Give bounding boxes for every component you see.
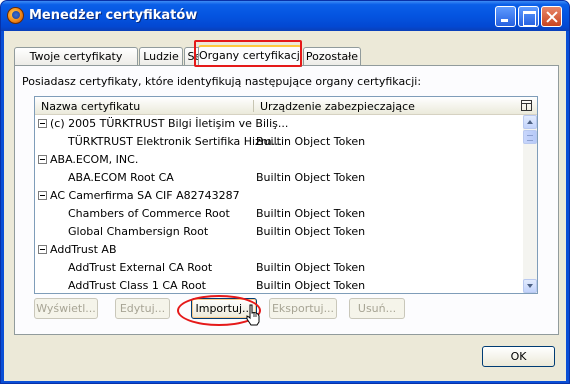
tree-header: Nazwa certyfikatu Urządzenie zabezpiecza… xyxy=(35,97,537,115)
ok-button[interactable]: OK xyxy=(482,346,555,367)
column-separator[interactable] xyxy=(253,100,254,112)
title-bar[interactable]: Menedżer certyfikatów xyxy=(1,1,569,31)
column-picker-icon[interactable] xyxy=(521,100,532,111)
column-header-name[interactable]: Nazwa certyfikatu xyxy=(41,100,140,113)
tree-group-row[interactable]: AC Camerfirma SA CIF A82743287 xyxy=(35,187,521,205)
security-device: Builtin Object Token xyxy=(256,279,366,292)
security-device: Builtin Object Token xyxy=(256,135,366,148)
minimize-button[interactable] xyxy=(495,6,516,27)
export-button[interactable]: Eksportuj... xyxy=(269,298,337,319)
hand-cursor-icon xyxy=(246,304,260,326)
tree-row[interactable]: ABA.ECOM Root CA Builtin Object Token xyxy=(35,169,521,187)
collapse-icon[interactable] xyxy=(38,155,47,164)
collapse-icon[interactable] xyxy=(38,191,47,200)
column-header-device[interactable]: Urządzenie zabezpieczające xyxy=(260,100,415,113)
certificate-name: Global Chambersign Root xyxy=(68,225,209,238)
tab-others[interactable]: Pozostałe xyxy=(303,47,361,66)
tree-row[interactable]: Chambers of Commerce Root Builtin Object… xyxy=(35,205,521,223)
collapse-icon[interactable] xyxy=(38,245,47,254)
tab-your-certificates[interactable]: Twoje certyfikaty xyxy=(14,47,138,66)
certificate-name: ABA.ECOM Root CA xyxy=(68,171,174,184)
tree-group-row[interactable]: AddTrust AB xyxy=(35,241,521,259)
tab-people[interactable]: Ludzie xyxy=(139,47,183,66)
security-device: Builtin Object Token xyxy=(256,207,366,220)
vertical-scrollbar[interactable] xyxy=(523,115,537,293)
firefox-icon xyxy=(7,7,24,24)
tab-authorities[interactable]: Organy certyfikacji xyxy=(198,45,303,67)
security-device: Builtin Object Token xyxy=(256,261,366,274)
panel-description: Posiadasz certyfikaty, które identyfikuj… xyxy=(22,75,422,88)
tree-row[interactable]: AddTrust Class 1 CA Root Builtin Object … xyxy=(35,277,521,293)
close-button[interactable] xyxy=(541,6,562,27)
tree-row[interactable]: AddTrust External CA Root Builtin Object… xyxy=(35,259,521,277)
tree-row[interactable]: Global Chambersign Root Builtin Object T… xyxy=(35,223,521,241)
scroll-down-button[interactable] xyxy=(523,279,537,293)
security-device: Builtin Object Token xyxy=(256,225,366,238)
certificate-name: AddTrust External CA Root xyxy=(68,261,213,274)
tree-row[interactable]: TÜRKTRUST Elektronik Sertifika Hizm... B… xyxy=(35,133,521,151)
dialog-client-area: Twoje certyfikaty Ludzie Serwery Organy … xyxy=(4,31,566,381)
scroll-up-button[interactable] xyxy=(523,115,537,129)
certificate-name: (c) 2005 TÜRKTRUST Bilgi İletişim ve Bil… xyxy=(50,117,289,130)
window-title: Menedżer certyfikatów xyxy=(29,8,198,23)
certificate-name: AddTrust AB xyxy=(50,243,117,256)
scroll-thumb[interactable] xyxy=(523,130,537,144)
maximize-button[interactable] xyxy=(518,6,539,27)
tree-group-row[interactable]: (c) 2005 TÜRKTRUST Bilgi İletişim ve Bil… xyxy=(35,115,521,133)
edit-button[interactable]: Edytuj... xyxy=(115,298,170,319)
certificate-name: ABA.ECOM, INC. xyxy=(50,153,139,166)
security-device: Builtin Object Token xyxy=(256,171,366,184)
view-button[interactable]: Wyświetl... xyxy=(34,298,98,319)
tree-group-row[interactable]: ABA.ECOM, INC. xyxy=(35,151,521,169)
certificate-name: TÜRKTRUST Elektronik Sertifika Hizm... xyxy=(68,135,283,148)
collapse-icon[interactable] xyxy=(38,119,47,128)
certificate-name: AC Camerfirma SA CIF A82743287 xyxy=(50,189,240,202)
certificate-name: AddTrust Class 1 CA Root xyxy=(68,279,206,292)
certificate-manager-window: Menedżer certyfikatów Twoje certyfikaty … xyxy=(0,0,570,384)
certificate-name: Chambers of Commerce Root xyxy=(68,207,230,220)
certificate-tree[interactable]: Nazwa certyfikatu Urządzenie zabezpiecza… xyxy=(34,96,538,294)
delete-button[interactable]: Usuń... xyxy=(349,298,405,319)
